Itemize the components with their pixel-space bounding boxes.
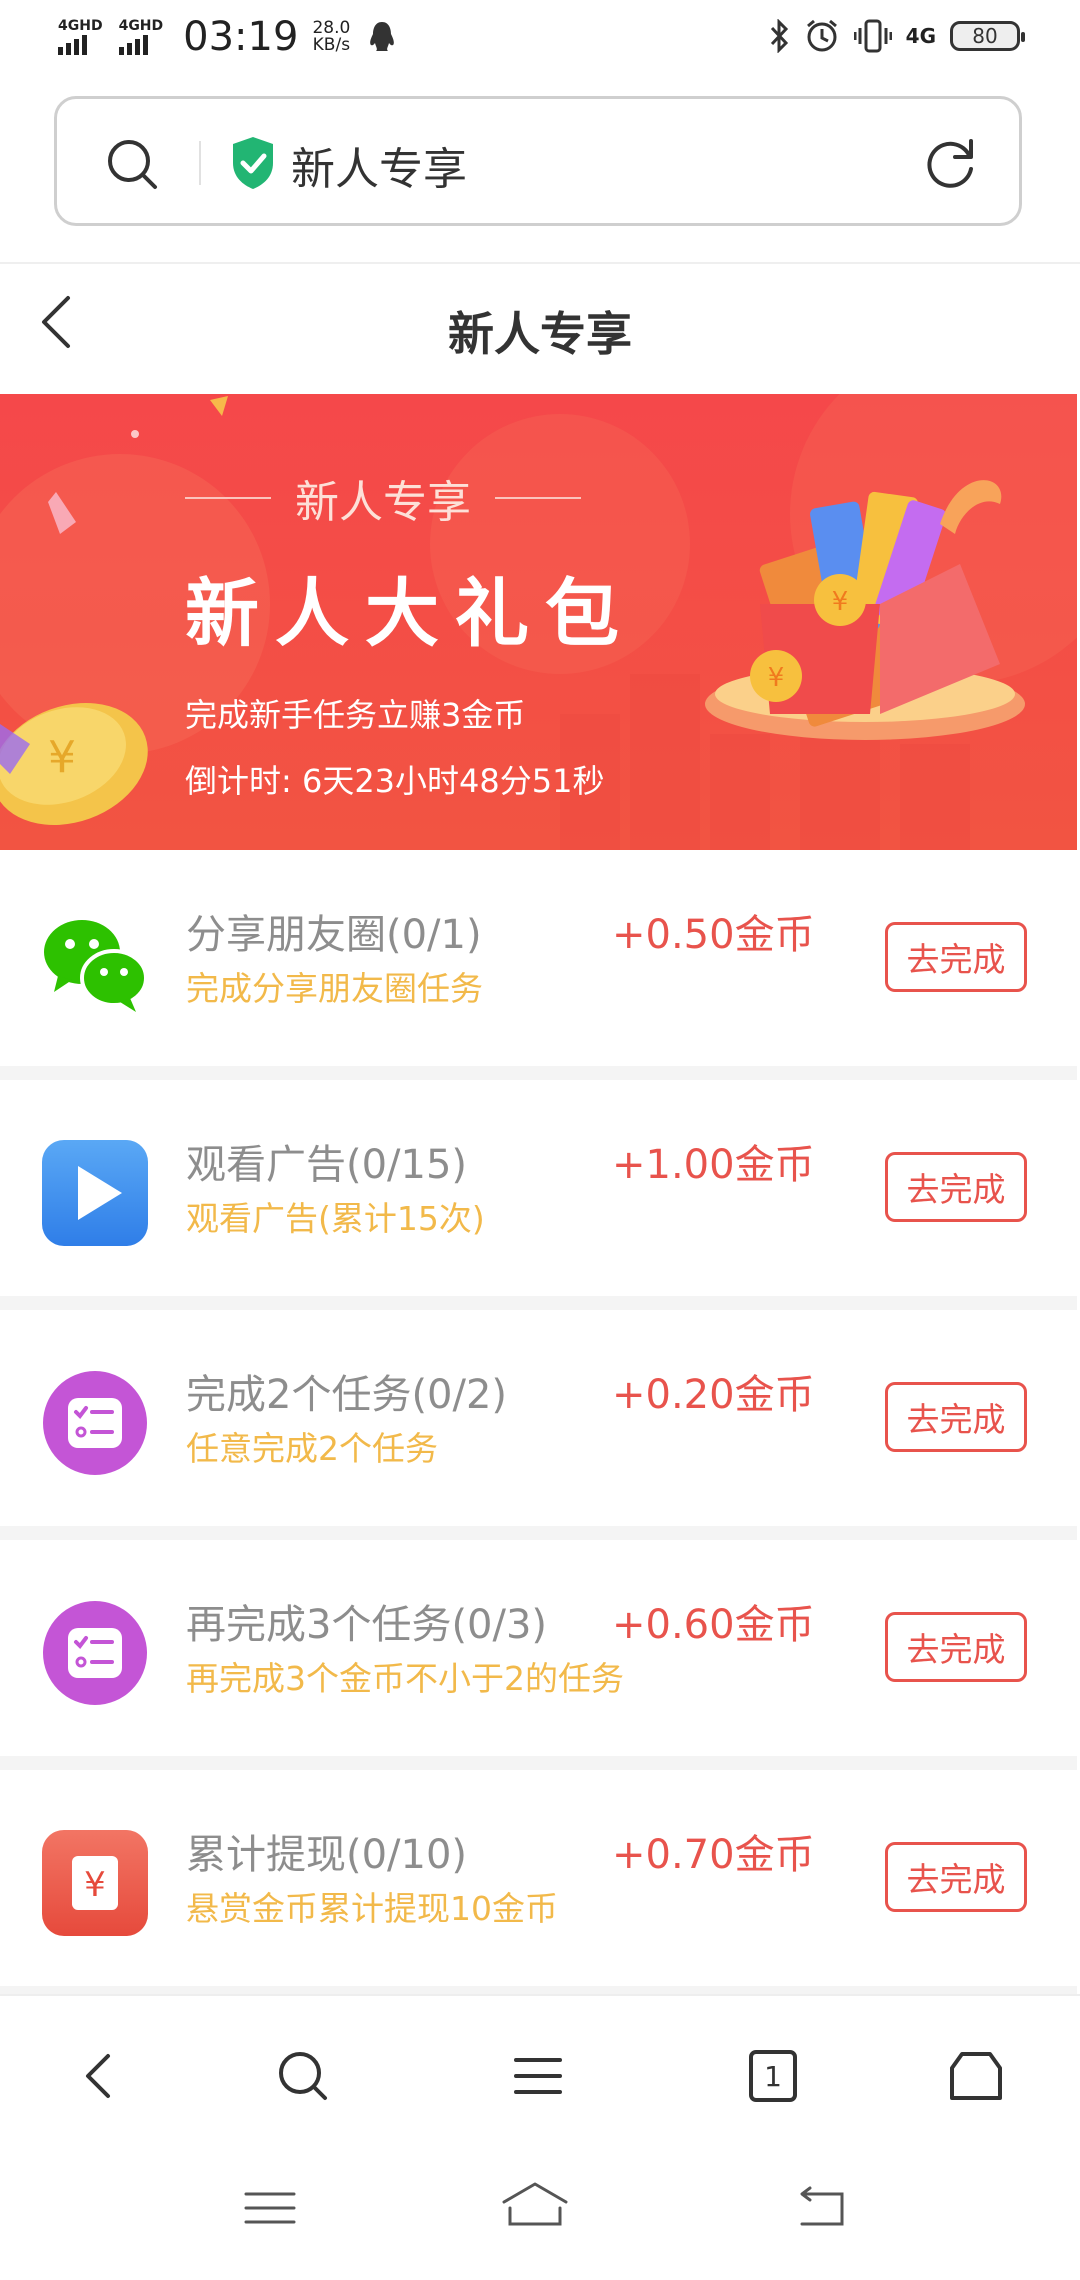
- yuan-withdraw-icon: ¥: [42, 1830, 148, 1936]
- task-row: 分享朋友圈(0/1) 完成分享朋友圈任务 +0.50金币 去完成: [0, 850, 1077, 1080]
- back-nav-icon[interactable]: [790, 2178, 850, 2238]
- task-reward: +1.00金币: [612, 1142, 815, 1188]
- task-list-icon: [43, 1371, 147, 1475]
- task-reward: +0.50金币: [612, 912, 815, 958]
- complete-button[interactable]: 去完成: [885, 1842, 1027, 1912]
- task-reward: +0.60金币: [612, 1602, 815, 1648]
- task-name: 观看广告(0/15): [186, 1142, 468, 1188]
- recent-apps-icon[interactable]: [240, 2178, 300, 2238]
- task-row: 完成2个任务(0/2) 任意完成2个任务 +0.20金币 去完成: [0, 1310, 1077, 1540]
- system-navigation-bar: [0, 2150, 1080, 2280]
- battery-indicator: 80: [950, 21, 1025, 51]
- task-row: 再完成3个任务(0/3) 再完成3个金币不小于2的任务 +0.60金币 去完成: [0, 1540, 1077, 1770]
- reload-icon[interactable]: [923, 135, 979, 191]
- network-label-1: 4GHD: [58, 18, 103, 34]
- speed-unit: KB/s: [312, 35, 351, 55]
- clock: 03:19: [183, 14, 299, 60]
- home-nav-icon[interactable]: [500, 2178, 570, 2238]
- task-reward: +0.70金币: [612, 1832, 815, 1878]
- task-reward: +0.20金币: [612, 1372, 815, 1418]
- task-row: ¥ 累计提现(0/10) 悬赏金币累计提现10金币 +0.70金币 去完成: [0, 1770, 1077, 2000]
- banner-title: 新人大礼包: [185, 571, 635, 657]
- task-row: 观看广告(0/15) 观看广告(累计15次) +1.00金币 去完成: [0, 1080, 1077, 1310]
- address-text[interactable]: 新人专享: [291, 133, 467, 197]
- newcomer-banner: ¥ ¥ ¥ 新人专享 新人大礼包 完成新手任务立赚3金币 倒计时: 6天23小时…: [0, 394, 1077, 850]
- page-title: 新人专享: [448, 307, 632, 361]
- qq-icon: [370, 22, 395, 51]
- task-description: 再完成3个金币不小于2的任务: [186, 1659, 624, 1698]
- tabs-button[interactable]: 1: [743, 2046, 803, 2106]
- countdown-timer: 倒计时: 6天23小时48分51秒: [185, 762, 605, 800]
- svg-text:¥: ¥: [84, 1865, 106, 1905]
- secure-shield-icon: [233, 137, 273, 189]
- task-name: 完成2个任务(0/2): [186, 1372, 508, 1418]
- svg-text:¥: ¥: [832, 587, 849, 617]
- signal-indicator-1: 4GHD: [58, 19, 103, 55]
- banner-subtitle-text: 新人专享: [295, 477, 471, 528]
- svg-text:¥: ¥: [48, 732, 76, 783]
- video-play-icon: [42, 1140, 148, 1246]
- wechat-icon: [44, 920, 148, 1012]
- status-bar: 4GHD 4GHD 03:19 28.0 KB/s 4G 80: [0, 0, 1080, 82]
- page-header: 新人专享: [0, 264, 1080, 394]
- banner-description: 完成新手任务立赚3金币: [185, 696, 526, 734]
- home-icon[interactable]: [946, 2046, 1006, 2106]
- complete-button[interactable]: 去完成: [885, 1152, 1027, 1222]
- banner-subtitle: 新人专享: [185, 466, 581, 530]
- battery-level: 80: [972, 24, 998, 48]
- browser-toolbar: 1: [0, 1994, 1080, 2146]
- task-description: 完成分享朋友圈任务: [186, 969, 483, 1008]
- task-description: 悬赏金币累计提现10金币: [186, 1889, 558, 1928]
- address-divider: [199, 141, 201, 185]
- alarm-icon: [806, 19, 837, 52]
- address-bar[interactable]: 新人专享: [54, 96, 1022, 226]
- menu-icon[interactable]: [508, 2046, 568, 2106]
- complete-button[interactable]: 去完成: [885, 922, 1027, 992]
- task-description: 观看广告(累计15次): [186, 1199, 485, 1238]
- complete-button[interactable]: 去完成: [885, 1382, 1027, 1452]
- task-name: 分享朋友圈(0/1): [186, 912, 482, 958]
- task-description: 任意完成2个任务: [186, 1429, 438, 1468]
- tab-count: 1: [764, 2059, 782, 2093]
- task-list: 分享朋友圈(0/1) 完成分享朋友圈任务 +0.50金币 去完成 观看广告(0/…: [0, 850, 1077, 2000]
- vibrate-icon: [853, 19, 892, 53]
- complete-button[interactable]: 去完成: [885, 1612, 1027, 1682]
- task-list-icon: [43, 1601, 147, 1705]
- bluetooth-icon: [770, 19, 788, 53]
- search-icon[interactable]: [273, 2046, 333, 2106]
- signal-indicator-2: 4GHD: [118, 18, 164, 55]
- network-type: 4G: [905, 24, 936, 48]
- svg-text:¥: ¥: [768, 663, 785, 693]
- network-label-2: 4GHD: [118, 18, 164, 34]
- search-icon[interactable]: [105, 137, 159, 191]
- task-name: 累计提现(0/10): [186, 1832, 468, 1878]
- back-icon[interactable]: [70, 2046, 130, 2106]
- task-name: 再完成3个任务(0/3): [186, 1602, 548, 1648]
- network-speed: 28.0 KB/s: [312, 20, 350, 54]
